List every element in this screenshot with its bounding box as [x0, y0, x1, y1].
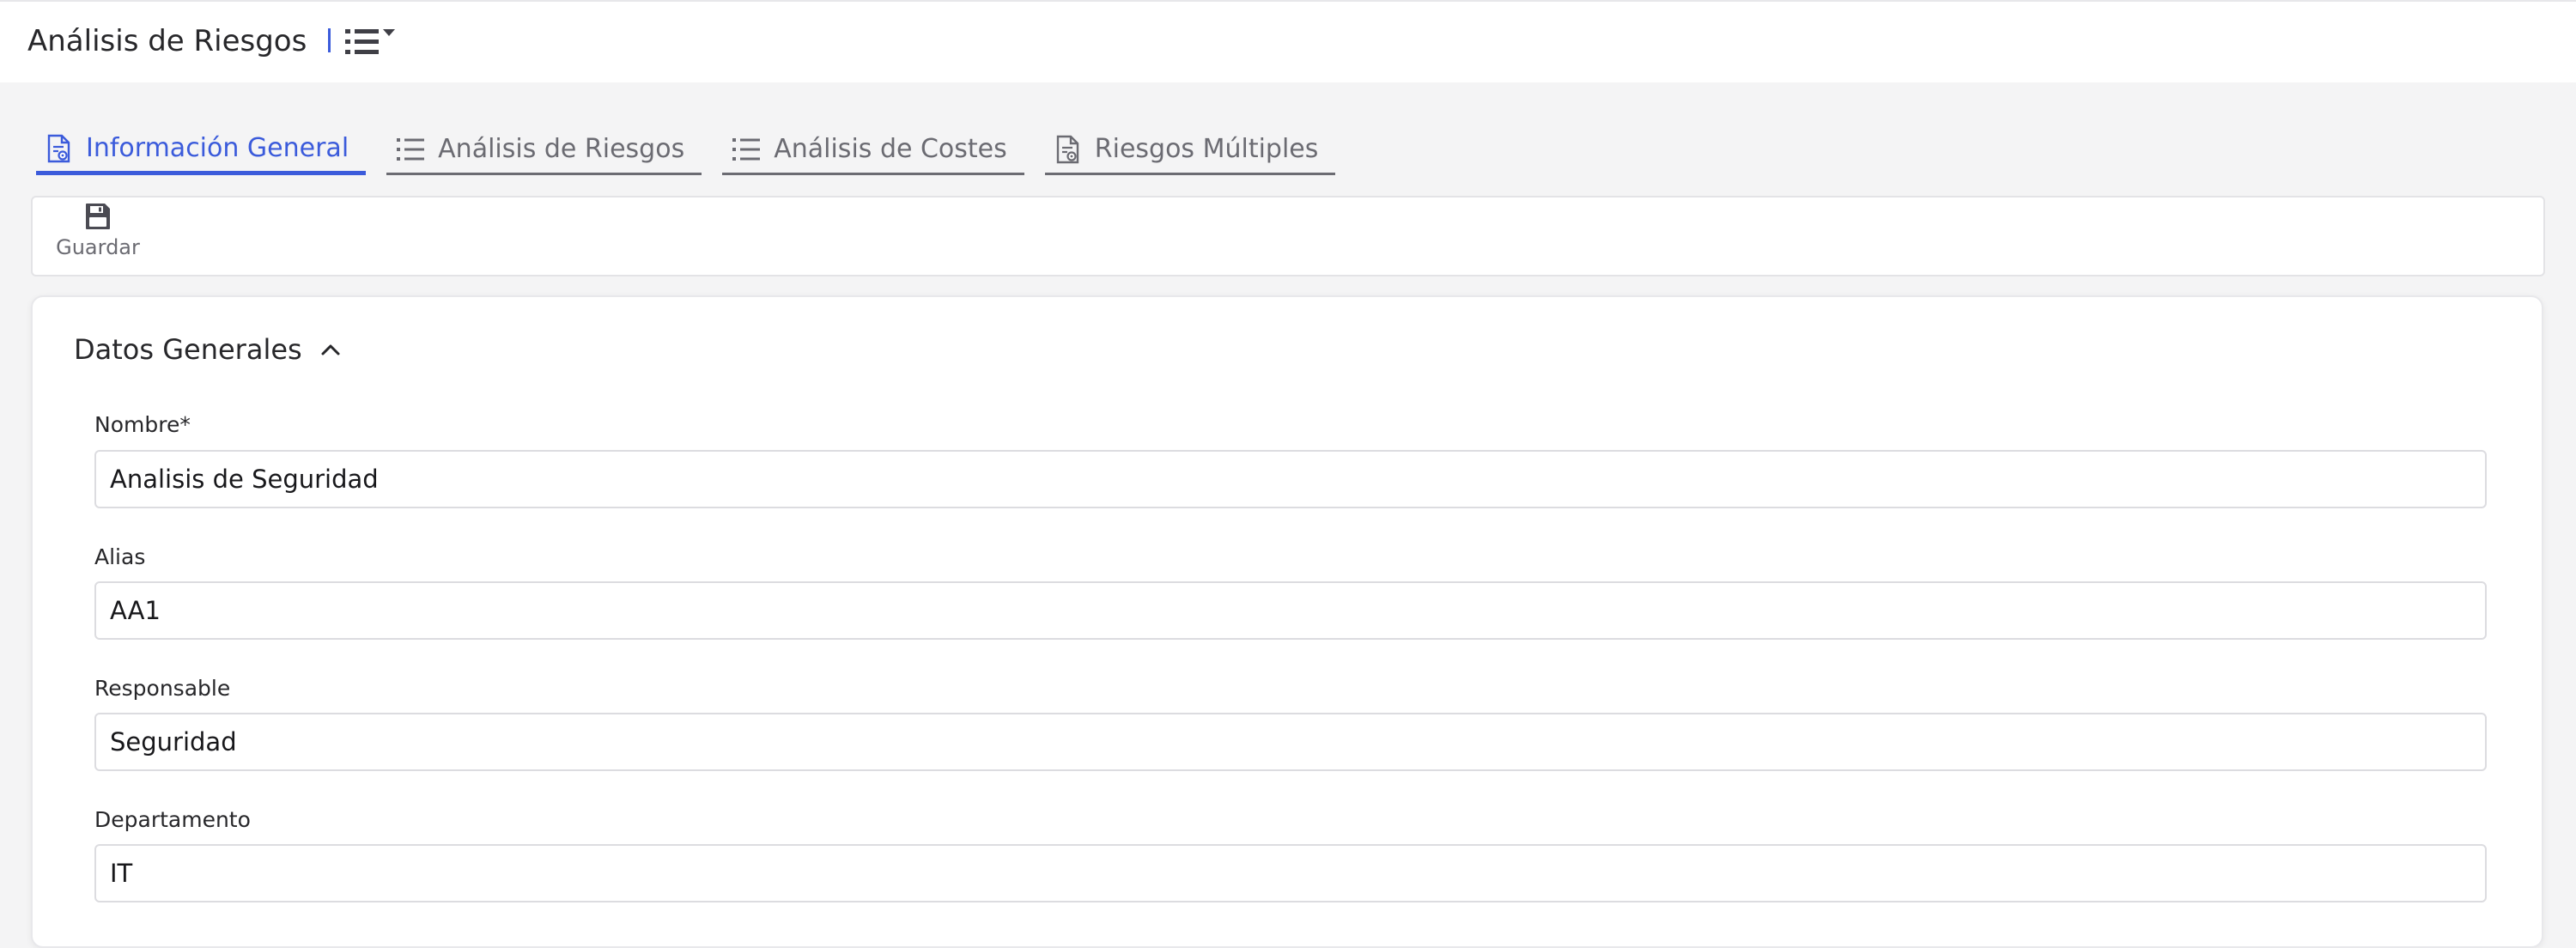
- tab-label: Análisis de Riesgos: [438, 134, 685, 164]
- responsable-input[interactable]: [94, 713, 2487, 771]
- nombre-input[interactable]: [94, 450, 2487, 508]
- tab-bar: Información General Análisis de Riesgos …: [36, 125, 1336, 177]
- section-header[interactable]: Datos Generales: [74, 333, 340, 366]
- tab-riesgos-multiples[interactable]: Riesgos Múltiples: [1044, 125, 1336, 175]
- document-gear-icon: [1056, 135, 1078, 163]
- save-button-label: Guardar: [56, 235, 140, 259]
- datos-generales-card: Datos Generales Nombre* Alias Responsabl…: [31, 295, 2543, 948]
- tab-label: Información General: [86, 133, 349, 163]
- page-title: Análisis de Riesgos: [27, 24, 307, 58]
- section-title: Datos Generales: [74, 333, 302, 366]
- caret-down-icon: [383, 29, 395, 36]
- departamento-input[interactable]: [94, 844, 2487, 902]
- chevron-up-icon: [321, 344, 340, 356]
- tab-label: Riesgos Múltiples: [1094, 134, 1319, 164]
- alias-input[interactable]: [94, 581, 2487, 640]
- nombre-label: Nombre*: [94, 412, 191, 437]
- tab-informacion-general[interactable]: Información General: [36, 125, 367, 175]
- action-toolbar: Guardar: [31, 196, 2545, 276]
- list-icon: [732, 137, 761, 161]
- save-button[interactable]: Guardar: [50, 203, 146, 273]
- responsable-label: Responsable: [94, 676, 231, 701]
- list-ordered-icon: [345, 29, 395, 54]
- document-gear-icon: [47, 134, 70, 162]
- alias-label: Alias: [94, 544, 146, 569]
- departamento-label: Departamento: [94, 807, 251, 832]
- view-menu-button[interactable]: [345, 26, 398, 58]
- top-bar: Análisis de Riesgos: [0, 0, 2576, 82]
- title-separator: [328, 28, 331, 52]
- floppy-disk-icon: [86, 204, 110, 229]
- tab-analisis-riesgos[interactable]: Análisis de Riesgos: [386, 125, 702, 175]
- tab-analisis-costes[interactable]: Análisis de Costes: [722, 125, 1024, 175]
- list-icon: [397, 137, 425, 161]
- tab-label: Análisis de Costes: [774, 134, 1007, 164]
